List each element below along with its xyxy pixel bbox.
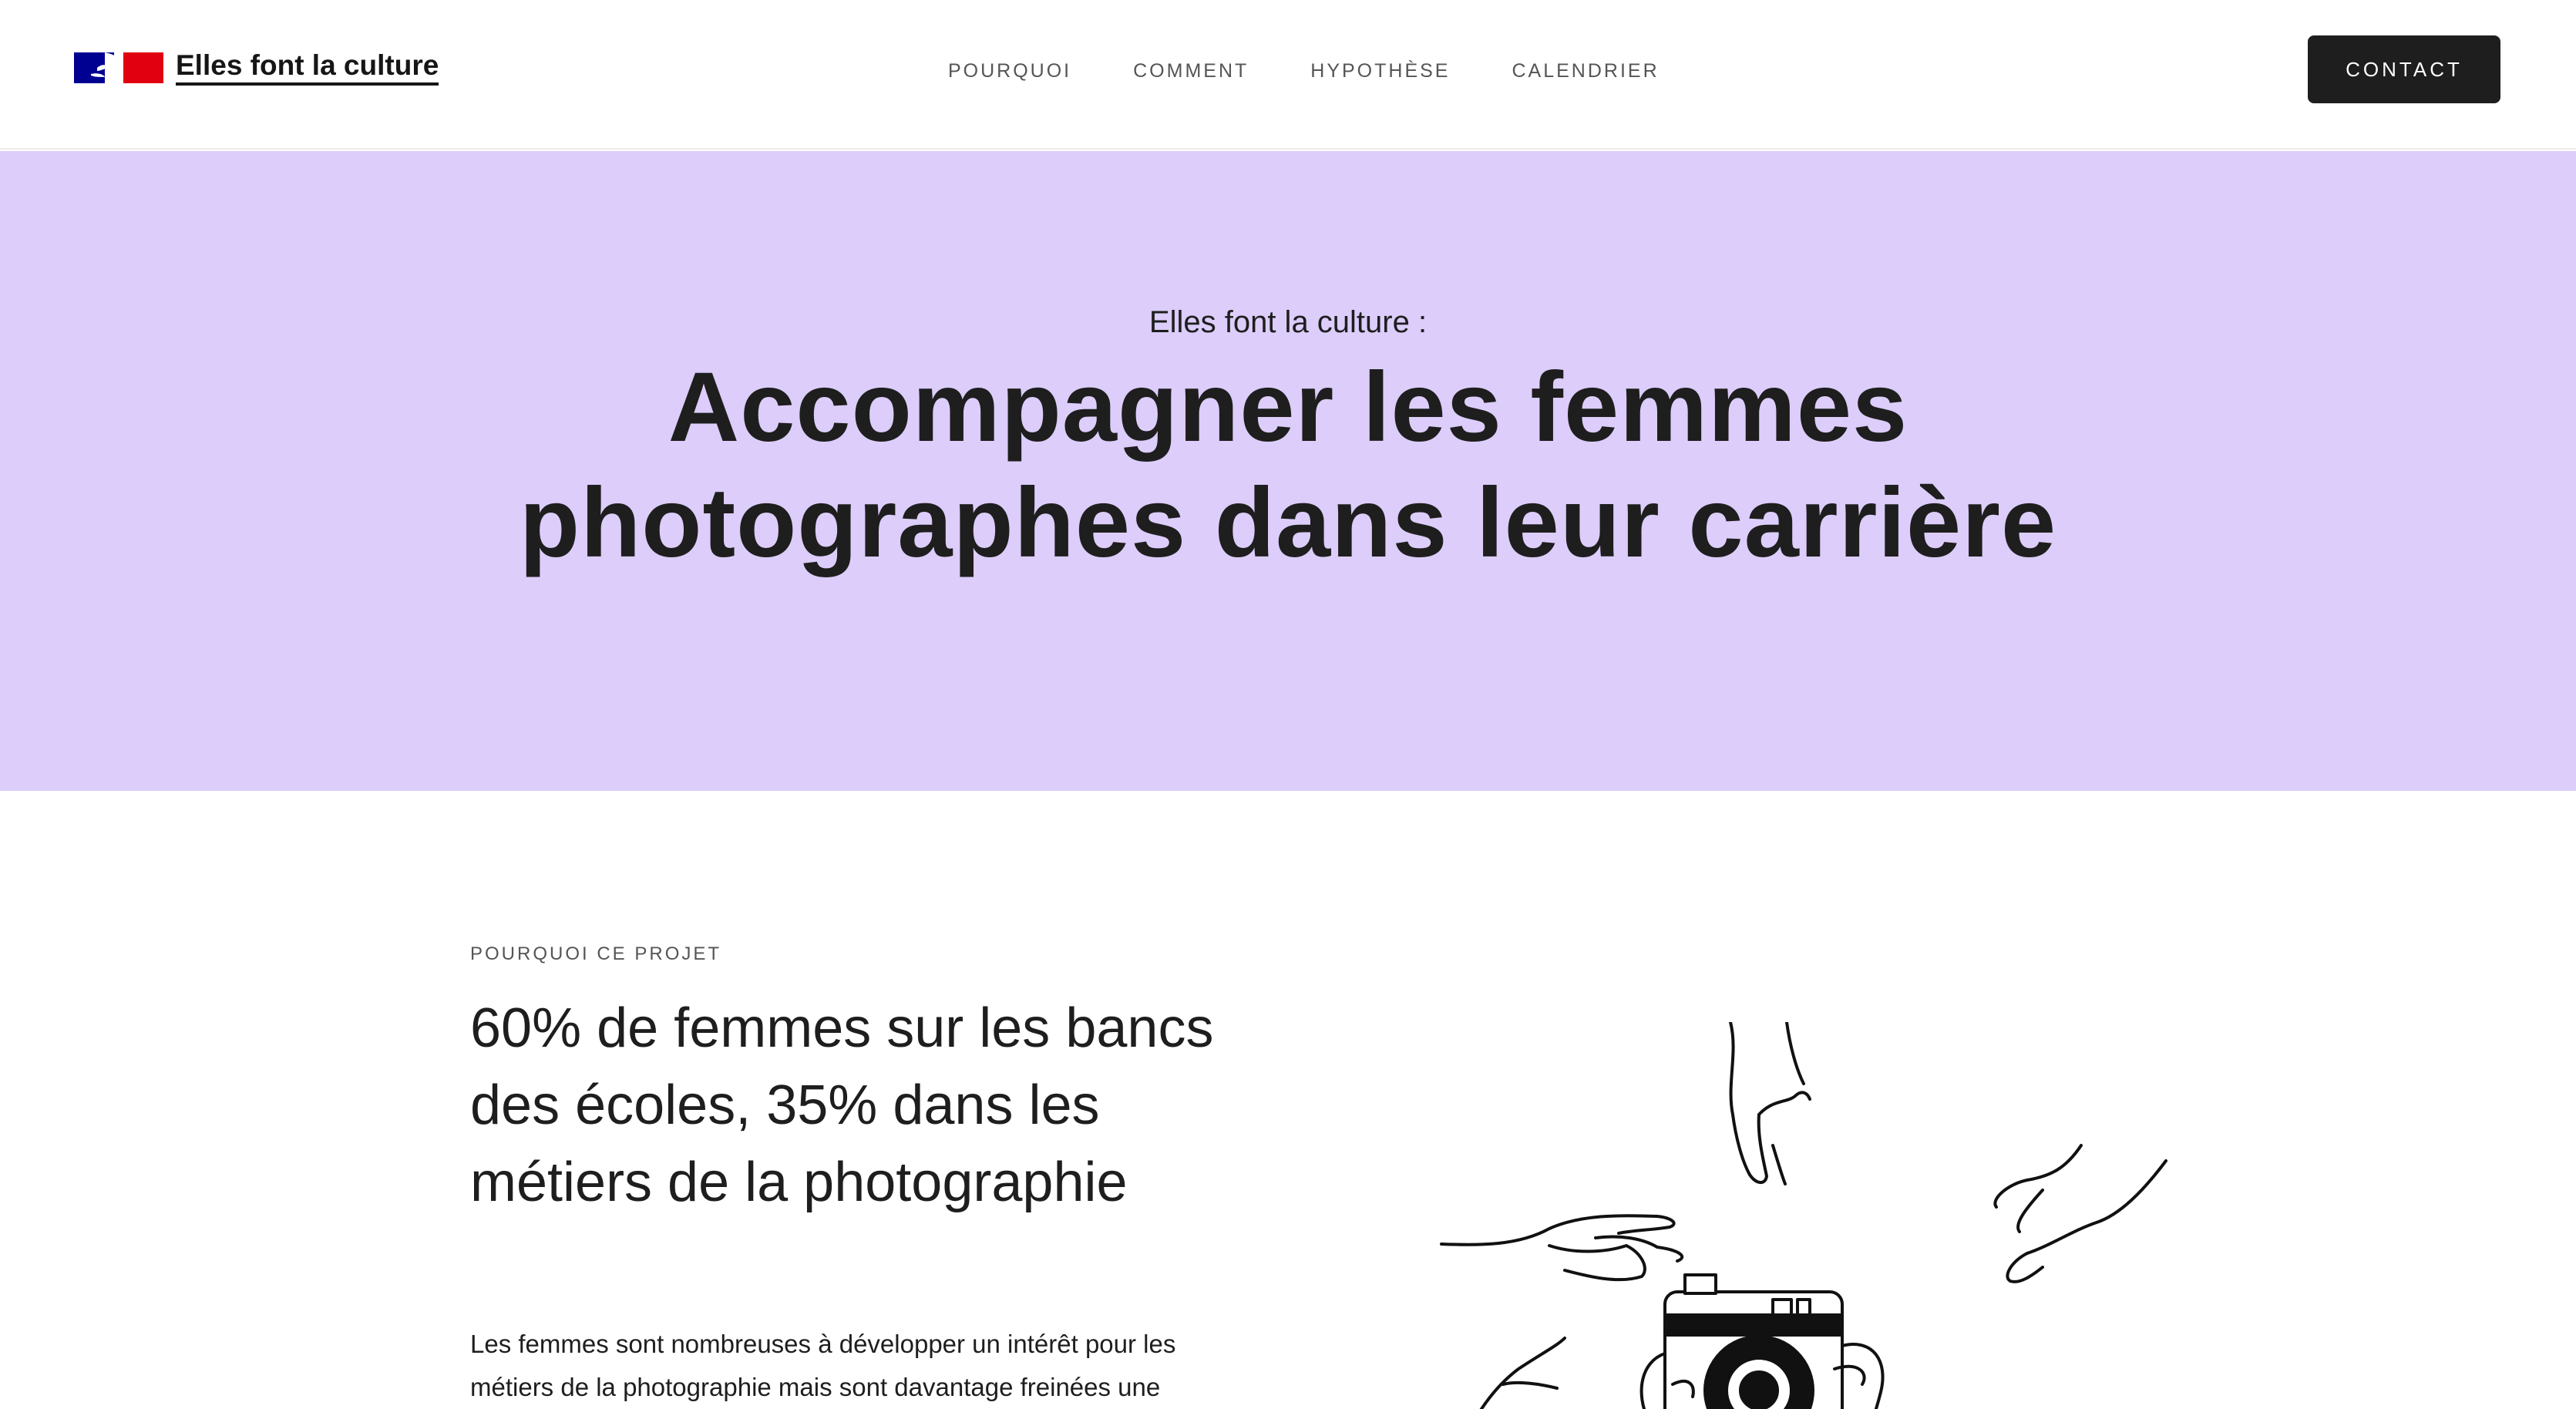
hero-title: Accompagner les femmes photographes dans…: [519, 352, 2057, 578]
nav-item-calendrier[interactable]: CALENDRIER: [1512, 60, 1659, 82]
section-title: 60% de femmes sur les bancs des écoles, …: [470, 997, 1214, 1213]
contact-button[interactable]: CONTACT: [2308, 35, 2500, 103]
brand-name: Elles font la culture: [176, 50, 439, 86]
brand-home-link[interactable]: Elles font la culture: [74, 49, 439, 86]
section-eyebrow: POURQUOI CE PROJET: [470, 943, 722, 964]
why-section: POURQUOI CE PROJET 60% de femmes sur les…: [0, 791, 2576, 1409]
hero-kicker: Elles font la culture :: [1148, 305, 1428, 339]
nav-item-pourquoi[interactable]: POURQUOI: [948, 60, 1071, 82]
main-nav: POURQUOI COMMENT HYPOTHÈSE CALENDRIER: [948, 55, 1660, 86]
section-text: Les femmes sont nombreuses à développer …: [470, 1330, 1176, 1401]
hands-camera-illustration: [1434, 1022, 2174, 1409]
nav-item-hypothese[interactable]: HYPOTHÈSE: [1310, 60, 1450, 82]
hero-banner: Elles font la culture : Accompagner les …: [0, 151, 2576, 791]
site-header: Elles font la culture POURQUOI COMMENT H…: [0, 0, 2576, 150]
nav-item-comment[interactable]: COMMENT: [1133, 60, 1249, 82]
marianne-flag-icon: [74, 52, 163, 83]
